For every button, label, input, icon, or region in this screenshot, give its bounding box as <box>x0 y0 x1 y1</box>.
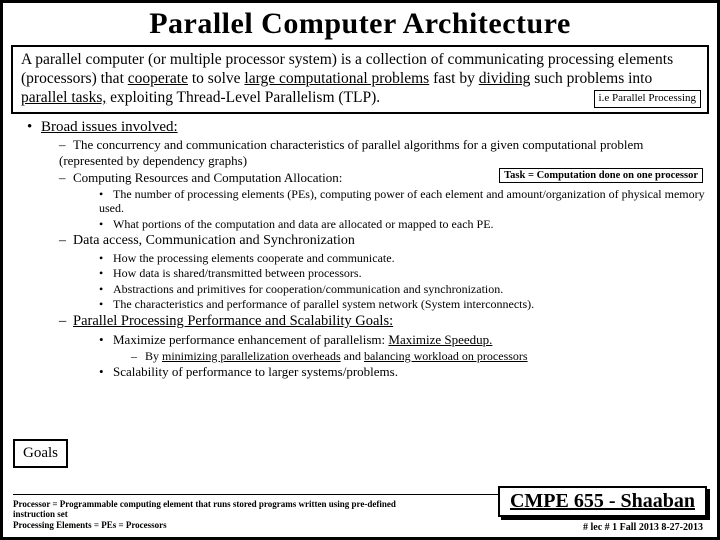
data-network: •The characteristics and performance of … <box>99 297 709 312</box>
intro-note: i.e Parallel Processing <box>594 90 701 107</box>
slide: Parallel Computer Architecture A paralle… <box>0 0 720 540</box>
pe-def: Processing Elements = PEs = Processors <box>13 520 403 531</box>
issue-concurrency: –The concurrency and communication chara… <box>59 137 709 169</box>
task-note: Task = Computation done on one processor <box>499 168 703 183</box>
slide-title: Parallel Computer Architecture <box>11 7 709 41</box>
goals-box: Goals <box>13 439 68 468</box>
course-box: CMPE 655 - Shaaban <box>498 486 707 517</box>
goals-speedup: •Maximize performance enhancement of par… <box>99 332 709 348</box>
broad-issues-heading: •Broad issues involved: <box>27 118 709 136</box>
data-shared: •How data is shared/transmitted between … <box>99 266 709 281</box>
footer-definitions: Processor = Programmable computing eleme… <box>13 499 403 531</box>
intro-text: A parallel computer (or multiple process… <box>21 51 673 106</box>
goals-minimize: –By minimizing parallelization overheads… <box>131 349 709 364</box>
issue-goals: –Parallel Processing Performance and Sca… <box>59 313 709 331</box>
content: •Broad issues involved: –The concurrency… <box>11 118 709 380</box>
issue-data-access: –Data access, Communication and Synchron… <box>59 232 709 249</box>
resources-pes: •The number of processing elements (PEs)… <box>99 187 709 216</box>
resources-allocation: •What portions of the computation and da… <box>99 217 709 232</box>
intro-box: A parallel computer (or multiple process… <box>11 45 709 114</box>
data-abstractions: •Abstractions and primitives for coopera… <box>99 282 709 297</box>
processor-def: Processor = Programmable computing eleme… <box>13 499 403 521</box>
goals-scalability: •Scalability of performance to larger sy… <box>99 364 709 380</box>
lecture-info: # lec # 1 Fall 2013 8-27-2013 <box>583 522 703 533</box>
data-cooperate: •How the processing elements cooperate a… <box>99 251 709 266</box>
